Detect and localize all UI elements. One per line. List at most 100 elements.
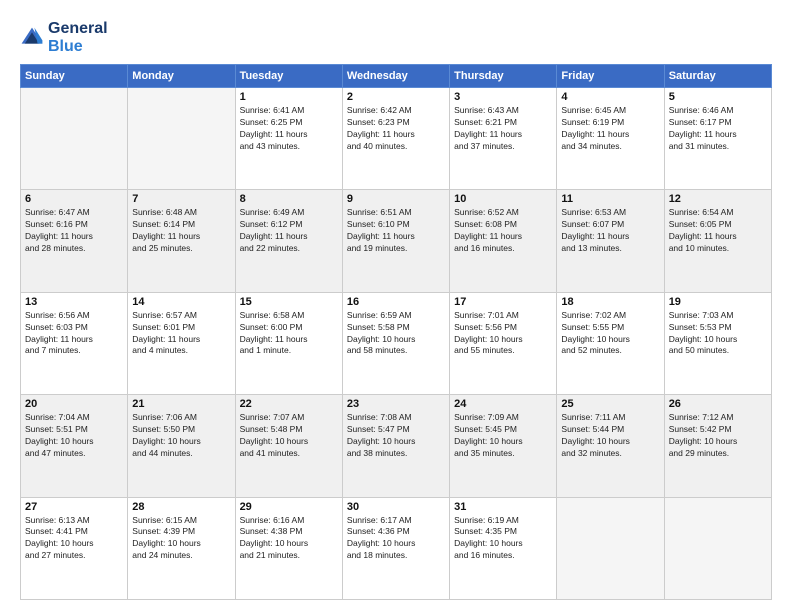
day-detail: Sunrise: 6:42 AM Sunset: 6:23 PM Dayligh… bbox=[347, 105, 445, 153]
day-detail: Sunrise: 6:13 AM Sunset: 4:41 PM Dayligh… bbox=[25, 515, 123, 563]
day-detail: Sunrise: 6:15 AM Sunset: 4:39 PM Dayligh… bbox=[132, 515, 230, 563]
calendar-cell: 16Sunrise: 6:59 AM Sunset: 5:58 PM Dayli… bbox=[342, 292, 449, 394]
logo-icon bbox=[20, 26, 44, 50]
day-number: 9 bbox=[347, 193, 445, 205]
day-detail: Sunrise: 6:45 AM Sunset: 6:19 PM Dayligh… bbox=[561, 105, 659, 153]
day-number: 23 bbox=[347, 398, 445, 410]
calendar-cell: 26 Sunrise: 7:12 AM Sunset: 5:42 PM Dayli… bbox=[664, 395, 771, 497]
weekday-header-friday: Friday bbox=[557, 65, 664, 88]
day-number: 2 bbox=[347, 91, 445, 103]
weekday-header-sunday: Sunday bbox=[21, 65, 128, 88]
calendar-cell: 28Sunrise: 6:15 AM Sunset: 4:39 PM Dayli… bbox=[128, 497, 235, 599]
calendar-cell: 15 Sunrise: 6:58 AM Sunset: 6:00 PM Dayli… bbox=[235, 292, 342, 394]
day-detail: Sunrise: 7:09 AM Sunset: 5:45 PM Dayligh… bbox=[454, 412, 552, 460]
day-number: 22 bbox=[240, 398, 338, 410]
calendar-week-row: 20Sunrise: 7:04 AM Sunset: 5:51 PM Dayli… bbox=[21, 395, 772, 497]
calendar-cell: 11Sunrise: 6:53 AM Sunset: 6:07 PM Dayli… bbox=[557, 190, 664, 292]
logo-text: General Blue bbox=[48, 20, 108, 56]
calendar-cell: 5 Sunrise: 6:46 AM Sunset: 6:17 PM Daylig… bbox=[664, 88, 771, 190]
calendar-cell: 3 Sunrise: 6:43 AM Sunset: 6:21 PM Daylig… bbox=[450, 88, 557, 190]
day-number: 26 bbox=[669, 398, 767, 410]
calendar-cell: 25 Sunrise: 7:11 AM Sunset: 5:44 PM Dayli… bbox=[557, 395, 664, 497]
day-detail: Sunrise: 6:58 AM Sunset: 6:00 PM Dayligh… bbox=[240, 310, 338, 358]
day-detail: Sunrise: 6:43 AM Sunset: 6:21 PM Dayligh… bbox=[454, 105, 552, 153]
weekday-header-saturday: Saturday bbox=[664, 65, 771, 88]
calendar-cell: 4 Sunrise: 6:45 AM Sunset: 6:19 PM Daylig… bbox=[557, 88, 664, 190]
calendar-cell: 19 Sunrise: 7:03 AM Sunset: 5:53 PM Dayli… bbox=[664, 292, 771, 394]
calendar-cell: 27 Sunrise: 6:13 AM Sunset: 4:41 PM Dayli… bbox=[21, 497, 128, 599]
calendar-cell: 21 Sunrise: 7:06 AM Sunset: 5:50 PM Dayli… bbox=[128, 395, 235, 497]
day-number: 10 bbox=[454, 193, 552, 205]
day-detail: Sunrise: 6:19 AM Sunset: 4:35 PM Dayligh… bbox=[454, 515, 552, 563]
day-number: 24 bbox=[454, 398, 552, 410]
day-detail: Sunrise: 7:12 AM Sunset: 5:42 PM Dayligh… bbox=[669, 412, 767, 460]
day-number: 1 bbox=[240, 91, 338, 103]
calendar-week-row: 13 Sunrise: 6:56 AM Sunset: 6:03 PM Dayli… bbox=[21, 292, 772, 394]
day-detail: Sunrise: 6:41 AM Sunset: 6:25 PM Dayligh… bbox=[240, 105, 338, 153]
day-number: 20 bbox=[25, 398, 123, 410]
day-number: 21 bbox=[132, 398, 230, 410]
weekday-header-monday: Monday bbox=[128, 65, 235, 88]
calendar-cell: 9Sunrise: 6:51 AM Sunset: 6:10 PM Daylig… bbox=[342, 190, 449, 292]
day-detail: Sunrise: 6:46 AM Sunset: 6:17 PM Dayligh… bbox=[669, 105, 767, 153]
weekday-header-row: SundayMondayTuesdayWednesdayThursdayFrid… bbox=[21, 65, 772, 88]
calendar-cell: 17Sunrise: 7:01 AM Sunset: 5:56 PM Dayli… bbox=[450, 292, 557, 394]
day-number: 5 bbox=[669, 91, 767, 103]
day-number: 15 bbox=[240, 296, 338, 308]
day-detail: Sunrise: 6:16 AM Sunset: 4:38 PM Dayligh… bbox=[240, 515, 338, 563]
calendar-cell bbox=[128, 88, 235, 190]
day-number: 18 bbox=[561, 296, 659, 308]
day-number: 19 bbox=[669, 296, 767, 308]
calendar-cell bbox=[664, 497, 771, 599]
calendar-cell: 18 Sunrise: 7:02 AM Sunset: 5:55 PM Dayli… bbox=[557, 292, 664, 394]
day-detail: Sunrise: 6:17 AM Sunset: 4:36 PM Dayligh… bbox=[347, 515, 445, 563]
calendar-week-row: 27 Sunrise: 6:13 AM Sunset: 4:41 PM Dayli… bbox=[21, 497, 772, 599]
day-number: 27 bbox=[25, 501, 123, 513]
day-detail: Sunrise: 6:48 AM Sunset: 6:14 PM Dayligh… bbox=[132, 207, 230, 255]
weekday-header-tuesday: Tuesday bbox=[235, 65, 342, 88]
calendar-cell: 29Sunrise: 6:16 AM Sunset: 4:38 PM Dayli… bbox=[235, 497, 342, 599]
header: General Blue bbox=[20, 16, 772, 56]
day-number: 3 bbox=[454, 91, 552, 103]
logo: General Blue bbox=[20, 20, 108, 56]
day-detail: Sunrise: 7:11 AM Sunset: 5:44 PM Dayligh… bbox=[561, 412, 659, 460]
day-detail: Sunrise: 6:47 AM Sunset: 6:16 PM Dayligh… bbox=[25, 207, 123, 255]
day-detail: Sunrise: 6:57 AM Sunset: 6:01 PM Dayligh… bbox=[132, 310, 230, 358]
day-number: 4 bbox=[561, 91, 659, 103]
calendar-cell: 2 Sunrise: 6:42 AM Sunset: 6:23 PM Daylig… bbox=[342, 88, 449, 190]
day-detail: Sunrise: 7:06 AM Sunset: 5:50 PM Dayligh… bbox=[132, 412, 230, 460]
day-number: 6 bbox=[25, 193, 123, 205]
calendar-cell: 20Sunrise: 7:04 AM Sunset: 5:51 PM Dayli… bbox=[21, 395, 128, 497]
calendar-cell: 23Sunrise: 7:08 AM Sunset: 5:47 PM Dayli… bbox=[342, 395, 449, 497]
calendar-week-row: 1 Sunrise: 6:41 AM Sunset: 6:25 PM Daylig… bbox=[21, 88, 772, 190]
calendar-cell: 13 Sunrise: 6:56 AM Sunset: 6:03 PM Dayli… bbox=[21, 292, 128, 394]
day-number: 31 bbox=[454, 501, 552, 513]
day-detail: Sunrise: 6:56 AM Sunset: 6:03 PM Dayligh… bbox=[25, 310, 123, 358]
calendar-cell: 24 Sunrise: 7:09 AM Sunset: 5:45 PM Dayli… bbox=[450, 395, 557, 497]
calendar-cell: 8Sunrise: 6:49 AM Sunset: 6:12 PM Daylig… bbox=[235, 190, 342, 292]
day-detail: Sunrise: 7:02 AM Sunset: 5:55 PM Dayligh… bbox=[561, 310, 659, 358]
day-detail: Sunrise: 6:53 AM Sunset: 6:07 PM Dayligh… bbox=[561, 207, 659, 255]
calendar-cell: 10Sunrise: 6:52 AM Sunset: 6:08 PM Dayli… bbox=[450, 190, 557, 292]
day-number: 8 bbox=[240, 193, 338, 205]
day-number: 14 bbox=[132, 296, 230, 308]
calendar-cell: 14 Sunrise: 6:57 AM Sunset: 6:01 PM Dayli… bbox=[128, 292, 235, 394]
calendar-cell bbox=[557, 497, 664, 599]
calendar-week-row: 6 Sunrise: 6:47 AM Sunset: 6:16 PM Daylig… bbox=[21, 190, 772, 292]
day-number: 13 bbox=[25, 296, 123, 308]
day-number: 12 bbox=[669, 193, 767, 205]
day-number: 30 bbox=[347, 501, 445, 513]
weekday-header-thursday: Thursday bbox=[450, 65, 557, 88]
day-number: 7 bbox=[132, 193, 230, 205]
calendar-cell: 6 Sunrise: 6:47 AM Sunset: 6:16 PM Daylig… bbox=[21, 190, 128, 292]
calendar-cell: 22Sunrise: 7:07 AM Sunset: 5:48 PM Dayli… bbox=[235, 395, 342, 497]
calendar-cell bbox=[21, 88, 128, 190]
day-number: 25 bbox=[561, 398, 659, 410]
calendar-cell: 7 Sunrise: 6:48 AM Sunset: 6:14 PM Daylig… bbox=[128, 190, 235, 292]
day-detail: Sunrise: 7:03 AM Sunset: 5:53 PM Dayligh… bbox=[669, 310, 767, 358]
day-detail: Sunrise: 6:54 AM Sunset: 6:05 PM Dayligh… bbox=[669, 207, 767, 255]
calendar-cell: 30 Sunrise: 6:17 AM Sunset: 4:36 PM Dayli… bbox=[342, 497, 449, 599]
day-detail: Sunrise: 6:59 AM Sunset: 5:58 PM Dayligh… bbox=[347, 310, 445, 358]
day-number: 17 bbox=[454, 296, 552, 308]
calendar-cell: 31 Sunrise: 6:19 AM Sunset: 4:35 PM Dayli… bbox=[450, 497, 557, 599]
